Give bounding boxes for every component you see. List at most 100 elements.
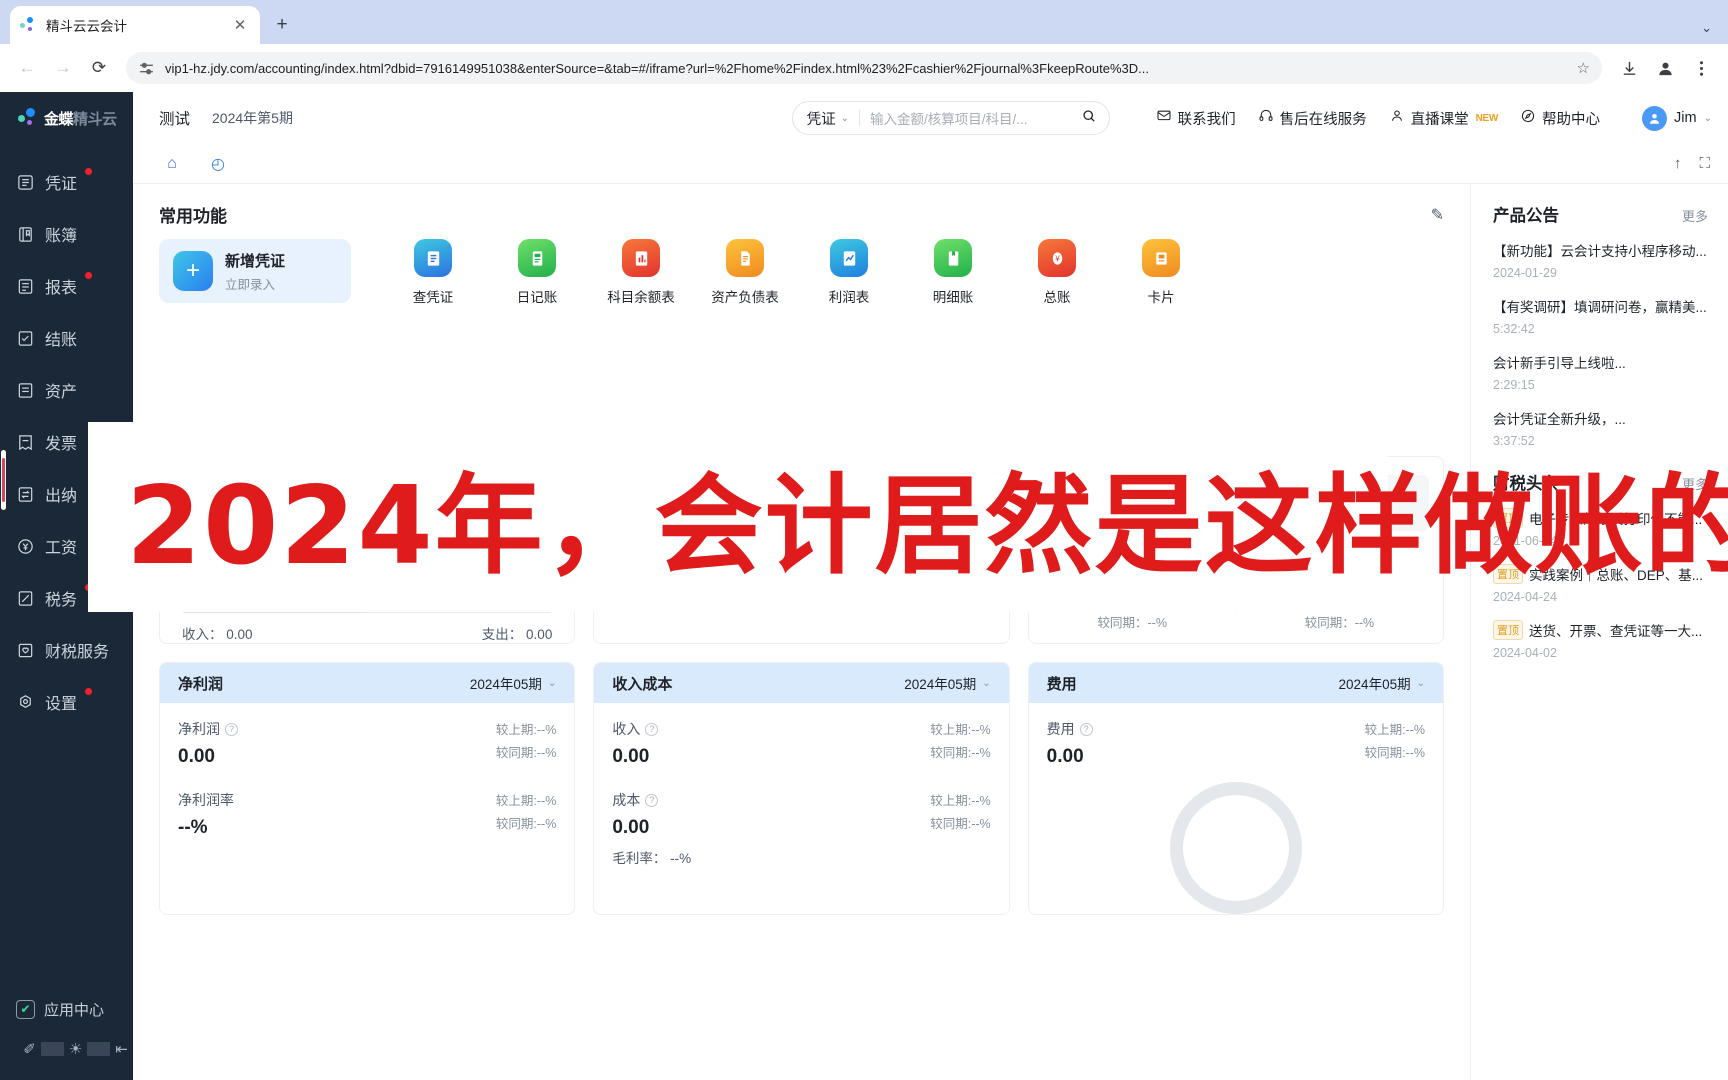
shortcut-label: 卡片 [1147, 290, 1175, 305]
pencil-icon[interactable]: ✐ [18, 1040, 41, 1058]
help-icon[interactable]: ? [645, 793, 659, 807]
person-icon [1389, 108, 1405, 128]
quick-ratio-sub: 较同期：--% [1304, 616, 1375, 630]
sidebar-item-voucher[interactable]: 凭证 [0, 156, 133, 208]
assets-icon [16, 381, 35, 400]
sidebar-item-assets[interactable]: 资产 [0, 364, 133, 416]
shortcut-detail-ledger[interactable]: 明细账 [901, 239, 1005, 306]
shortcut-general-ledger[interactable]: ¥ 总账 [1005, 239, 1109, 306]
fiscal-service-icon [16, 641, 35, 660]
journal-icon [518, 239, 556, 277]
sidebar-item-app-center[interactable]: ✔ 应用中心 [0, 988, 133, 1030]
back-button[interactable]: ← [12, 53, 42, 83]
fund-subline: 收入： 0.00 支出： 0.00 [160, 613, 574, 643]
collapse-up-icon[interactable]: ↑ [1674, 155, 1682, 172]
right-rail: 产品公告 更多 【新功能】云会计支持小程序移动... 2024-01-29 【有… [1470, 184, 1728, 1080]
favorites-row: + 新增凭证 立即录入 查凭证 日记账 科目余额表 资产负债表 利润表 明细账 … [133, 227, 1470, 306]
new-tab-button[interactable]: + [268, 11, 296, 39]
sidebar-item-label: 报表 [45, 280, 78, 297]
after-sales-service-link[interactable]: 售后在线服务 [1258, 108, 1367, 129]
bookmark-star-icon[interactable]: ☆ [1577, 59, 1590, 77]
card-title: 费用 [1046, 675, 1077, 693]
sidebar-item-report[interactable]: 报表 [0, 260, 133, 312]
detail-ledger-icon [934, 239, 972, 277]
fullscreen-icon[interactable]: ⛶ [1699, 155, 1710, 172]
close-icon[interactable]: ✕ [230, 15, 250, 35]
user-menu[interactable]: Jim ⌄ [1642, 105, 1712, 131]
workspace-tabs: ⌂ ◴ ↑ ⛶ [133, 144, 1728, 184]
list-item[interactable]: 【新功能】云会计支持小程序移动... 2024-01-29 [1493, 240, 1708, 280]
sidebar-item-label: 账簿 [45, 228, 78, 245]
voucher-icon [16, 173, 35, 192]
help-icon[interactable]: ? [1079, 722, 1093, 736]
favicon-icon [20, 16, 37, 34]
search-icon[interactable] [1075, 108, 1103, 128]
query-voucher-icon [414, 239, 452, 277]
chevron-down-icon: ⌄ [982, 677, 991, 689]
forward-button[interactable]: → [48, 53, 78, 83]
period-selector[interactable]: 2024年05期 ⌄ [904, 673, 990, 693]
app-header: 测试 2024年第5期 凭证 ⌄ 输入金额/核算项目/科目/... 联系我们 售… [133, 92, 1728, 144]
list-item[interactable]: 会计新手引导上线啦... 2:29:15 [1493, 352, 1708, 392]
shortcut-query-voucher[interactable]: 查凭证 [381, 239, 485, 306]
edit-icon[interactable]: ✎ [1431, 205, 1444, 225]
sidebar-item-fiscal-service[interactable]: 财税服务 [0, 624, 133, 676]
tab-home[interactable]: ⌂ [151, 149, 193, 179]
site-settings-icon[interactable] [138, 60, 155, 77]
sidebar-item-ledger[interactable]: 账簿 [0, 208, 133, 260]
period-label: 2024年第5期 [212, 110, 293, 126]
browser-tab[interactable]: 精斗云云会计 ✕ [10, 6, 260, 44]
reload-button[interactable]: ⟳ [84, 53, 114, 83]
payroll-icon [16, 537, 35, 556]
tab-recent[interactable]: ◴ [197, 149, 239, 179]
new-voucher-button[interactable]: + 新增凭证 立即录入 [159, 239, 351, 303]
shortcut-balance-sheet[interactable]: 资产负债表 [693, 239, 797, 306]
new-voucher-subtitle: 立即录入 [225, 277, 276, 292]
cash-ratio-sub: 较同期：--% [1097, 616, 1167, 630]
collapse-icon[interactable]: ⇤ [110, 1040, 133, 1058]
sidebar-item-label: 出纳 [45, 488, 78, 505]
news-item-title: 送货、开票、查凭证等一大... [1529, 624, 1703, 639]
badge-dot [85, 168, 92, 175]
downloads-icon[interactable] [1614, 53, 1644, 83]
address-bar[interactable]: vip1-hz.jdy.com/accounting/index.html?db… [126, 52, 1602, 84]
search-type-select[interactable]: 凭证 ⌄ [807, 108, 849, 129]
income-value: 0.00 [226, 627, 253, 642]
sidebar-item-closing[interactable]: 结账 [0, 312, 133, 364]
shortcut-income-statement[interactable]: 利润表 [797, 239, 901, 306]
shortcut-balance-sheet-subject[interactable]: 科目余额表 [589, 239, 693, 306]
contact-us-link[interactable]: 联系我们 [1156, 108, 1236, 129]
period-selector[interactable]: 2024年05期 ⌄ [1339, 673, 1425, 693]
help-icon[interactable]: ? [225, 722, 238, 736]
help-icon[interactable]: ? [645, 722, 659, 736]
announcements-more-link[interactable]: 更多 [1682, 206, 1708, 225]
period-selector[interactable]: 2024年05期 ⌄ [470, 673, 556, 693]
sidebar-item-settings[interactable]: 设置 [0, 676, 133, 728]
shortcut-label: 明细账 [932, 290, 974, 305]
announcement-title: 【有奖调研】填调研问卷，赢精美... [1493, 300, 1707, 315]
theme-icon[interactable]: ☀ [64, 1040, 87, 1058]
browser-menu-icon[interactable] [1686, 53, 1716, 83]
plus-icon: + [173, 251, 213, 291]
global-search[interactable]: 凭证 ⌄ 输入金额/核算项目/科目/... [791, 101, 1110, 135]
live-class-link[interactable]: 直播课堂 NEW [1389, 108, 1498, 129]
profile-icon[interactable] [1650, 53, 1680, 83]
tax-icon [16, 589, 35, 608]
chevron-down-icon[interactable]: ⌄ [1701, 20, 1712, 36]
shortcut-card[interactable]: 卡片 [1109, 239, 1213, 306]
card-header: 收入成本 2024年05期 ⌄ [594, 663, 1009, 703]
list-item[interactable]: 置顶 送货、开票、查凭证等一大... 2024-04-02 [1493, 620, 1708, 660]
announcement-title: 会计凭证全新升级，... [1493, 412, 1626, 427]
sidebar-item-label: 设置 [45, 696, 78, 713]
card-title: 收入成本 [612, 675, 673, 693]
search-input[interactable]: 输入金额/核算项目/科目/... [870, 108, 1075, 128]
sidebar-scrollbar[interactable] [1, 450, 6, 510]
account-name: 测试 [159, 111, 191, 128]
expense-card: 费用 2024年05期 ⌄ 费用? 0.00 较上期:--% 较同期:--% [1027, 662, 1444, 915]
net-profit-card: 净利润 2024年05期 ⌄ 净利润? 0.00 较上期:--% 较同期:--%… [159, 662, 576, 915]
chevron-down-icon: ⌄ [1416, 677, 1425, 689]
help-center-link[interactable]: 帮助中心 [1520, 108, 1600, 129]
shortcut-journal[interactable]: 日记账 [485, 239, 589, 306]
favorites-header: 常用功能 ✎ [133, 184, 1470, 227]
list-item[interactable]: 【有奖调研】填调研问卷，赢精美... 5:32:42 [1493, 296, 1708, 336]
